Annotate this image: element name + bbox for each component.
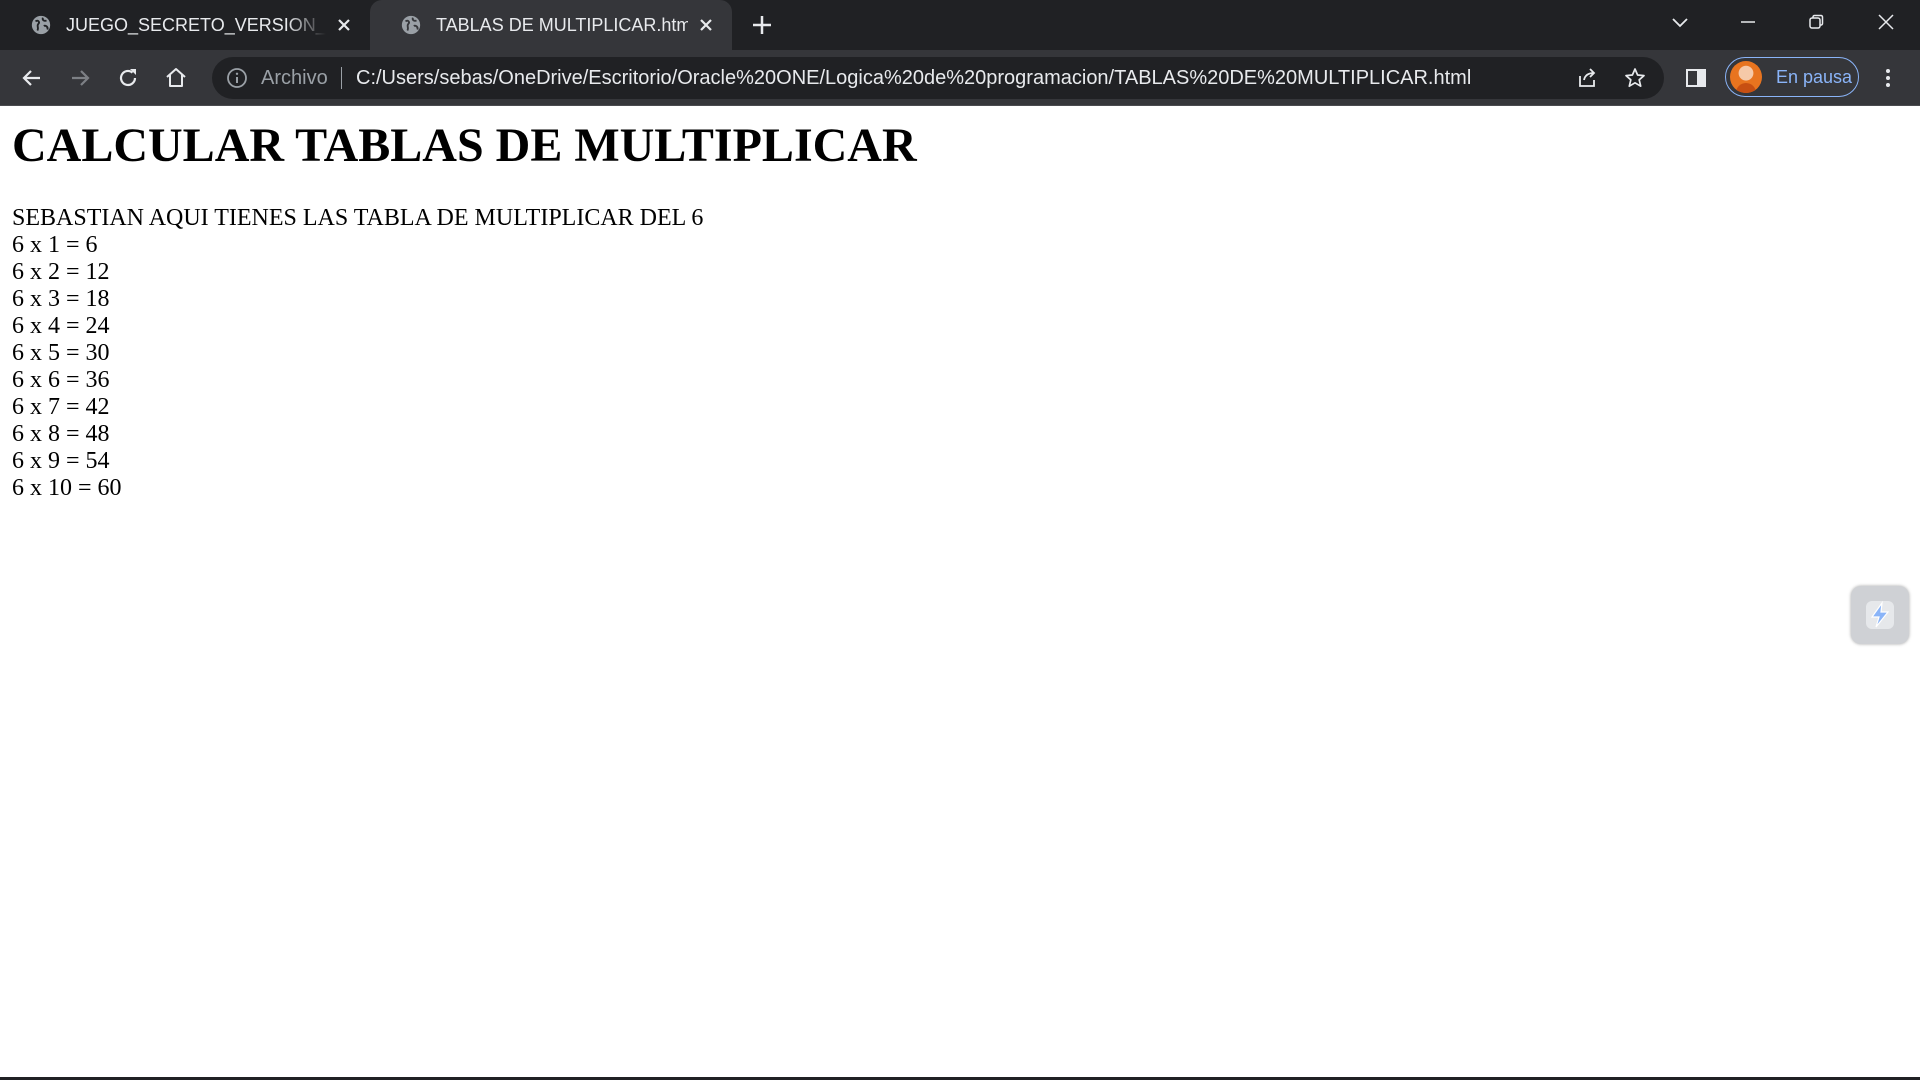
globe-icon bbox=[31, 15, 51, 35]
reload-icon bbox=[119, 69, 137, 87]
side-panel-button[interactable] bbox=[1680, 62, 1712, 94]
table-line: 6 x 2 = 12 bbox=[12, 259, 110, 285]
close-icon[interactable] bbox=[696, 15, 716, 35]
home-icon bbox=[166, 68, 186, 87]
tab-strip: JUEGO_SECRETO_VERSION_4.html TABLAS DE M… bbox=[0, 0, 1920, 50]
minimize-icon bbox=[1741, 21, 1755, 23]
kebab-menu-icon bbox=[1886, 69, 1890, 87]
tab-juego-secreto[interactable]: JUEGO_SECRETO_VERSION_4.html bbox=[0, 0, 370, 50]
back-button[interactable] bbox=[16, 62, 48, 94]
address-url[interactable]: C:/Users/sebas/OneDrive/Escritorio/Oracl… bbox=[356, 57, 1471, 99]
table-line: 6 x 1 = 6 bbox=[12, 232, 98, 258]
minimize-button[interactable] bbox=[1714, 0, 1782, 44]
intro-text: SEBASTIAN AQUI TIENES LAS TABLA DE MULTI… bbox=[12, 205, 704, 231]
table-line: 6 x 3 = 18 bbox=[12, 286, 110, 312]
address-scheme-label: Archivo bbox=[261, 67, 328, 89]
tab-search-button[interactable] bbox=[1646, 0, 1714, 44]
table-line: 6 x 10 = 60 bbox=[12, 475, 122, 501]
table-line: 6 x 7 = 42 bbox=[12, 394, 110, 420]
chevron-down-icon bbox=[1672, 18, 1688, 28]
page-content: CALCULAR TABLAS DE MULTIPLICAR SEBASTIAN… bbox=[0, 106, 1920, 1078]
tab-title: TABLAS DE MULTIPLICAR.html bbox=[436, 14, 688, 35]
forward-button[interactable] bbox=[64, 62, 96, 94]
star-icon[interactable] bbox=[1624, 67, 1646, 89]
forward-arrow-icon bbox=[72, 70, 90, 86]
globe-icon bbox=[401, 15, 421, 35]
home-button[interactable] bbox=[160, 62, 192, 94]
lightning-icon bbox=[1866, 600, 1894, 629]
side-panel-icon bbox=[1686, 69, 1706, 87]
back-arrow-icon bbox=[22, 70, 40, 86]
tab-title: JUEGO_SECRETO_VERSION_4.html bbox=[66, 14, 326, 35]
page-title: CALCULAR TABLAS DE MULTIPLICAR bbox=[12, 119, 917, 172]
share-icon[interactable] bbox=[1576, 67, 1598, 89]
address-bar[interactable]: Archivo C:/Users/sebas/OneDrive/Escritor… bbox=[212, 57, 1664, 99]
plus-icon[interactable] bbox=[750, 13, 774, 37]
table-line: 6 x 5 = 30 bbox=[12, 340, 110, 366]
table-line: 6 x 8 = 48 bbox=[12, 421, 110, 447]
extension-floating-button[interactable] bbox=[1851, 586, 1909, 644]
info-icon[interactable] bbox=[226, 67, 248, 89]
address-divider bbox=[341, 67, 342, 89]
restore-icon bbox=[1809, 14, 1824, 29]
tab-tablas-de-multiplicar[interactable]: TABLAS DE MULTIPLICAR.html bbox=[370, 0, 732, 50]
result-text: SEBASTIAN AQUI TIENES LAS TABLA DE MULTI… bbox=[12, 205, 703, 502]
close-icon bbox=[1878, 14, 1894, 30]
table-line: 6 x 4 = 24 bbox=[12, 313, 110, 339]
restore-button[interactable] bbox=[1782, 0, 1850, 44]
profile-status-label: En pausa bbox=[1776, 66, 1853, 87]
reload-button[interactable] bbox=[112, 62, 144, 94]
profile-button[interactable]: En pausa bbox=[1725, 57, 1859, 97]
browser-toolbar: Archivo C:/Users/sebas/OneDrive/Escritor… bbox=[0, 50, 1920, 106]
table-line: 6 x 9 = 54 bbox=[12, 448, 110, 474]
avatar bbox=[1730, 61, 1762, 93]
table-line: 6 x 6 = 36 bbox=[12, 367, 110, 393]
browser-menu-button[interactable] bbox=[1872, 62, 1904, 94]
close-window-button[interactable] bbox=[1852, 0, 1920, 44]
close-icon[interactable] bbox=[334, 15, 354, 35]
